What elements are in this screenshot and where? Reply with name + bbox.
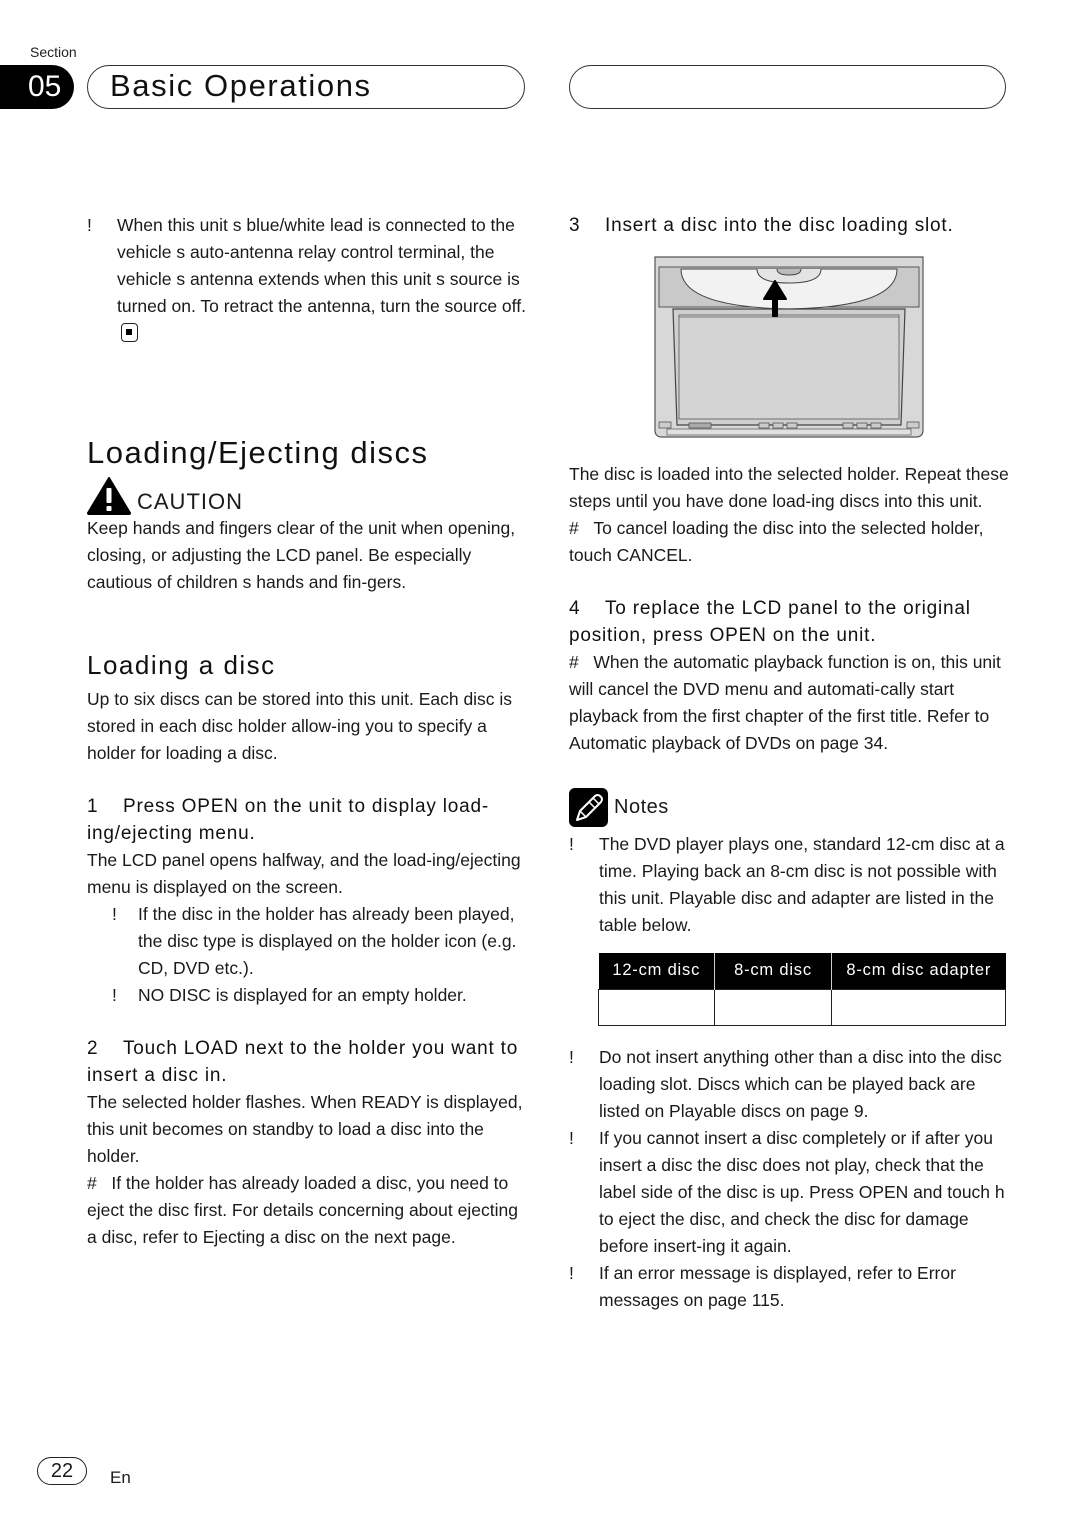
step-number: 3 xyxy=(569,215,580,236)
section-title-pill: Basic Operations xyxy=(87,65,525,109)
bullet-text: If an error message is displayed, refer … xyxy=(599,1262,956,1310)
bullet-mark: ! xyxy=(112,985,117,1005)
notes-label: Notes xyxy=(614,795,669,818)
end-of-section-icon xyxy=(121,323,138,342)
bullet-text: NO DISC is displayed for an empty holder… xyxy=(138,985,467,1005)
table-header-cell: 8-cm disc xyxy=(714,953,832,989)
hash-mark: # xyxy=(569,518,579,538)
bullet-mark: ! xyxy=(569,1127,574,1148)
note-bullet: ! Do not insert anything other than a di… xyxy=(569,1044,1009,1125)
hash-note-text: When the automatic playback function is … xyxy=(569,652,1001,753)
table-cell xyxy=(714,988,832,1026)
step-2-title: 2 Touch LOAD next to the holder you want … xyxy=(87,1035,527,1089)
bullet-text: The DVD player plays one, standard 12-cm… xyxy=(599,834,1005,935)
notes-header: Notes xyxy=(569,787,1009,827)
step-number: 1 xyxy=(87,796,98,817)
step-number: 2 xyxy=(87,1038,98,1059)
table-cell xyxy=(598,988,715,1026)
empty-header-pill xyxy=(569,65,1006,109)
caution-header: CAUTION xyxy=(87,475,527,515)
left-column: ! When this unit s blue/white lead is co… xyxy=(87,212,527,1251)
disc-loading-illustration xyxy=(654,256,924,438)
step-1-bullet: ! NO DISC is displayed for an empty hold… xyxy=(87,982,527,1009)
intro-paragraph: Up to six discs can be stored into this … xyxy=(87,689,513,763)
step-title-text: To replace the LCD panel to the original… xyxy=(569,598,971,646)
table-cell xyxy=(831,988,1006,1026)
bullet-text: Do not insert anything other than a disc… xyxy=(599,1046,1002,1121)
hash-note-text: If the holder has already loaded a disc,… xyxy=(87,1173,518,1247)
step-1-body: The LCD panel opens halfway, and the loa… xyxy=(87,850,521,897)
playable-disc-table: 12-cm disc 8-cm disc 8-cm disc adapter xyxy=(598,953,1006,1026)
bullet-mark: ! xyxy=(112,904,117,924)
bullet-mark: ! xyxy=(569,1046,574,1067)
caution-label: CAUTION xyxy=(137,489,243,514)
hash-mark: # xyxy=(87,1173,97,1193)
step-number: 4 xyxy=(569,598,580,619)
main-heading: Loading/Ejecting discs xyxy=(87,435,429,470)
step-3-body: The disc is loaded into the selected hol… xyxy=(569,464,1009,511)
table-header-cell: 8-cm disc adapter xyxy=(831,953,1006,989)
step-title-text: Press OPEN on the unit to display load-i… xyxy=(87,796,489,844)
step-4-title: 4 To replace the LCD panel to the origina… xyxy=(569,595,1009,649)
step-title-text: Touch LOAD next to the holder you want t… xyxy=(87,1038,519,1086)
step-2-hash-note: # If the holder has already loaded a dis… xyxy=(87,1170,527,1251)
pencil-icon xyxy=(569,787,608,827)
lcd-panel xyxy=(672,308,906,426)
sub-heading: Loading a disc xyxy=(87,650,276,680)
table-row xyxy=(598,988,1006,1026)
warning-triangle-icon xyxy=(87,477,131,515)
caution-text: Keep hands and fingers clear of the unit… xyxy=(87,518,516,592)
bullet-text: When this unit s blue/white lead is conn… xyxy=(117,215,526,316)
step-4-hash-note: # When the automatic playback function i… xyxy=(569,649,1009,757)
antenna-note-bullet: ! When this unit s blue/white lead is co… xyxy=(87,212,527,347)
section-number-badge: 05 xyxy=(0,65,74,109)
note-bullet: ! The DVD player plays one, standard 12-… xyxy=(569,831,1009,939)
bullet-mark: ! xyxy=(87,215,92,235)
language-code: En xyxy=(110,1468,131,1487)
step-3-hash-note: # To cancel loading the disc into the se… xyxy=(569,515,1009,569)
notes-bullet-list: ! Do not insert anything other than a di… xyxy=(569,1044,1009,1314)
right-column: 3 Insert a disc into the disc loading slo… xyxy=(569,212,1009,1314)
note-bullet: ! If you cannot insert a disc completely… xyxy=(569,1125,1009,1260)
step-title-text: Insert a disc into the disc loading slot… xyxy=(605,215,954,236)
note-bullet: ! If an error message is displayed, refe… xyxy=(569,1260,1009,1314)
bullet-text: If the disc in the holder has already be… xyxy=(138,904,517,978)
hash-note-text: To cancel loading the disc into the sele… xyxy=(569,518,984,565)
step-3-title: 3 Insert a disc into the disc loading slo… xyxy=(569,212,1009,239)
hash-mark: # xyxy=(569,652,579,672)
bullet-mark: ! xyxy=(569,834,574,854)
section-title: Basic Operations xyxy=(110,68,372,103)
bullet-text: If you cannot insert a disc completely o… xyxy=(599,1127,1005,1256)
table-header-cell: 12-cm disc xyxy=(598,953,715,989)
page-number: 22 xyxy=(37,1457,87,1485)
step-1-bullet: ! If the disc in the holder has already … xyxy=(87,901,527,982)
bullet-mark: ! xyxy=(569,1262,574,1283)
step-2-body: The selected holder flashes. When READY … xyxy=(87,1092,523,1166)
section-label: Section xyxy=(30,44,77,60)
step-1-title: 1 Press OPEN on the unit to display load-… xyxy=(87,793,527,847)
